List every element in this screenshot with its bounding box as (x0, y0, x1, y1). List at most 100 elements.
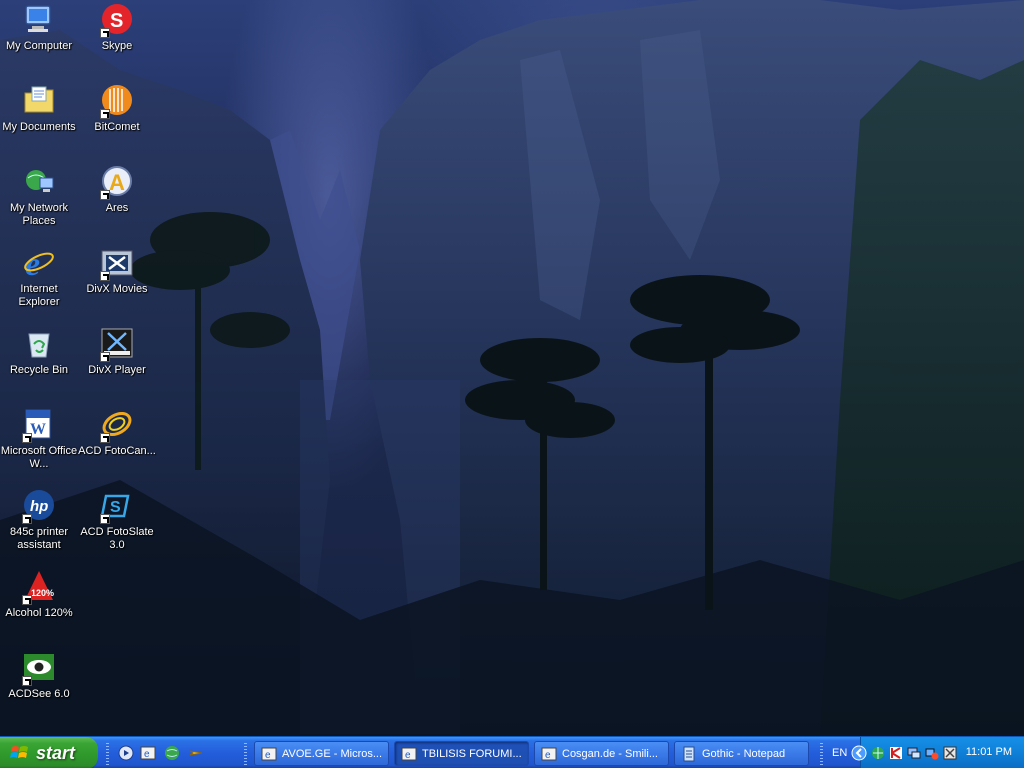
shortcut-arrow-icon (100, 190, 110, 200)
network-globe-icon[interactable] (164, 745, 180, 761)
svg-text:A: A (109, 170, 125, 195)
svg-text:e: e (545, 750, 551, 761)
taskbar-button[interactable]: Gothic - Notepad (674, 741, 809, 766)
word-icon: W (22, 407, 56, 443)
shortcut-arrow-icon (100, 28, 110, 38)
media-player-icon[interactable] (118, 745, 134, 761)
desktop-icon-label: Skype (101, 40, 133, 52)
desktop-icon-label: My Computer (5, 40, 73, 52)
acdsee-icon (22, 650, 56, 686)
desktop-icon-network-places[interactable]: My Network Places (0, 164, 78, 228)
desktop-icon-acd-fotocanvas[interactable]: ACD FotoCan... (78, 407, 156, 458)
desktop-icon-label: DivX Player (88, 364, 146, 376)
rocket-icon[interactable] (188, 745, 204, 761)
desktop-icon-word[interactable]: W Microsoft Office W... (0, 407, 78, 471)
shortcut-arrow-icon (100, 109, 110, 119)
shortcut-arrow-icon (100, 271, 110, 281)
taskbar-button[interactable]: e AVOE.GE - Micros... (254, 741, 389, 766)
network-places-icon (22, 164, 56, 198)
ares-icon: A (100, 164, 134, 200)
my-documents-icon (22, 83, 56, 117)
desktop-icon-skype[interactable]: S Skype (78, 2, 156, 53)
shortcut-arrow-icon (22, 676, 32, 686)
desktop-icon-label: ACD FotoSlate 3.0 (80, 526, 154, 551)
svg-text:e: e (144, 749, 150, 760)
taskbar: start e e AVOE.GE - Micros... e TBILISIS FO… (0, 736, 1024, 768)
desktop-icon-acd-fotoslate[interactable]: S ACD FotoSlate 3.0 (78, 488, 156, 552)
show-hidden-icon[interactable] (851, 745, 867, 761)
ie-task-icon: e (401, 747, 417, 761)
desktop-icon-label: ACD FotoCan... (78, 445, 156, 457)
shortcut-arrow-icon (100, 514, 110, 524)
desktop-icon-ares[interactable]: A Ares (78, 164, 156, 215)
clock[interactable]: 11:01 PM (966, 746, 1012, 758)
shortcut-arrow-icon (22, 514, 32, 524)
tools-tray-icon[interactable] (943, 746, 957, 760)
alcohol-icon: 120% (22, 569, 56, 605)
desktop-icon-label: Ares (105, 202, 129, 214)
svg-text:hp: hp (30, 498, 48, 515)
language-indicator[interactable]: EN (832, 747, 847, 759)
desktop-icon-label: Recycle Bin (9, 364, 69, 376)
taskbar-button-label: AVOE.GE - Micros... (282, 747, 383, 760)
svg-text:S: S (110, 499, 121, 516)
bitcomet-icon (100, 83, 134, 119)
desktop-icon-my-computer[interactable]: My Computer (0, 2, 78, 53)
notepad-icon (683, 746, 695, 761)
taskbar-button[interactable]: e Cosgan.de - Smili... (534, 741, 669, 766)
desktop-icon-label: BitComet (94, 121, 140, 133)
svg-text:S: S (110, 10, 123, 32)
desktop-icon-label: DivX Movies (86, 283, 148, 295)
desktop-icon-acdsee[interactable]: ACDSee 6.0 (0, 650, 78, 701)
ie-task-icon: e (541, 747, 557, 761)
svg-text:e: e (405, 750, 411, 761)
connection-tray-icon[interactable] (925, 746, 939, 760)
quicklaunch-grip[interactable] (106, 743, 109, 765)
taskbar-button[interactable]: e TBILISIS FORUMI... (394, 741, 529, 766)
desktop-icon-label: Internet Explorer (18, 283, 60, 308)
desktop-icon-internet-explorer[interactable]: e Internet Explorer (0, 245, 78, 309)
taskbar-button-label: TBILISIS FORUMI... (422, 747, 522, 760)
my-computer-icon (22, 2, 56, 36)
desktop-icon-label: 845c printer assistant (9, 526, 69, 551)
divx-movies-icon (100, 245, 134, 281)
desktop-icon-recycle-bin[interactable]: Recycle Bin (0, 326, 78, 377)
display-tray-icon[interactable] (907, 746, 921, 760)
acd-fotocanvas-icon (100, 407, 134, 443)
shortcut-arrow-icon (100, 433, 110, 443)
tray-grip[interactable] (820, 743, 823, 765)
desktop-icon-bitcomet[interactable]: BitComet (78, 83, 156, 134)
shortcut-arrow-icon (22, 433, 32, 443)
system-tray: 11:01 PM (851, 737, 1024, 768)
desktop-icon-divx-player[interactable]: DivX Player (78, 326, 156, 377)
taskbar-button-label: Cosgan.de - Smili... (562, 747, 658, 760)
divx-player-icon (100, 326, 134, 362)
desktop-icon-label: Microsoft Office W... (0, 445, 78, 470)
shortcut-arrow-icon (22, 595, 32, 605)
taskbar-grip[interactable] (244, 743, 247, 765)
start-label: start (36, 742, 76, 763)
network-tray-icon[interactable] (871, 746, 885, 760)
ie-task-icon: e (261, 747, 277, 761)
hp-printer-icon: hp (22, 488, 56, 524)
ie-quick-icon[interactable]: e (140, 745, 156, 761)
svg-text:W: W (30, 421, 46, 438)
desktop: My Computer S Skype My Documents BitComet My … (0, 0, 1024, 734)
internet-explorer-icon: e (22, 245, 56, 279)
desktop-icon-label: Alcohol 120% (5, 607, 73, 619)
desktop-icon-my-documents[interactable]: My Documents (0, 83, 78, 134)
desktop-icon-divx-movies[interactable]: DivX Movies (78, 245, 156, 296)
taskbar-button-label: Gothic - Notepad (702, 747, 786, 760)
desktop-icon-label: My Documents (2, 121, 76, 133)
recycle-bin-icon (22, 326, 56, 360)
svg-text:120%: 120% (31, 588, 54, 598)
antivirus-icon[interactable] (889, 746, 903, 760)
skype-icon: S (100, 2, 134, 38)
svg-text:e: e (265, 750, 271, 761)
windows-logo-icon (10, 746, 28, 758)
desktop-icon-label: ACDSee 6.0 (8, 688, 70, 700)
start-button[interactable]: start (0, 737, 98, 768)
desktop-icon-alcohol[interactable]: 120% Alcohol 120% (0, 569, 78, 620)
desktop-icon-hp-printer[interactable]: hp 845c printer assistant (0, 488, 78, 552)
desktop-icon-label: My Network Places (9, 202, 69, 227)
